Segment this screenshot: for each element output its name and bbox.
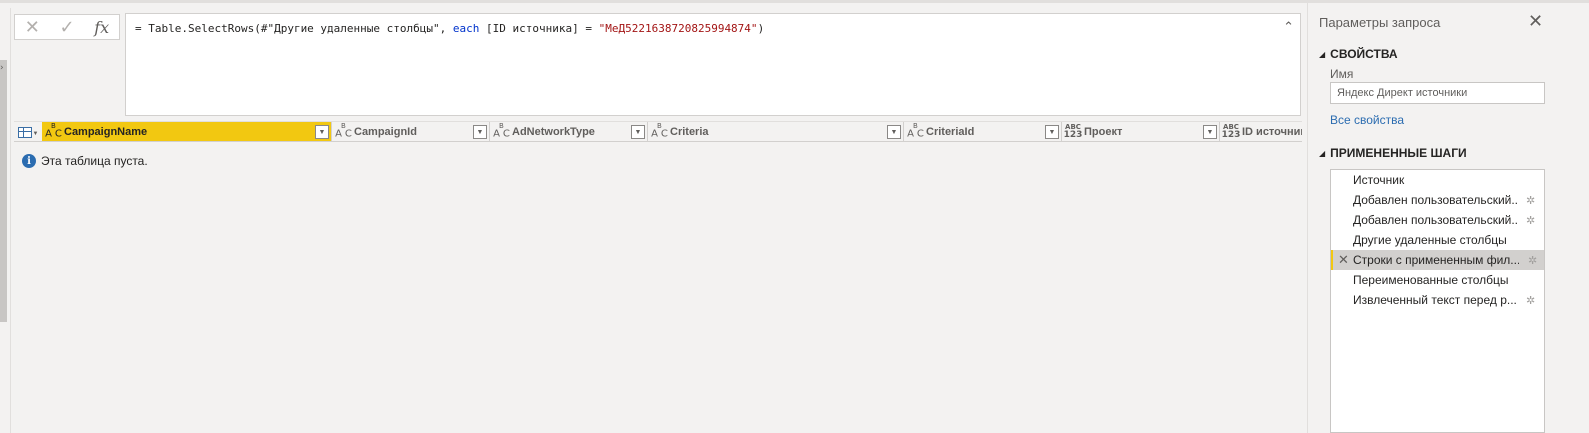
empty-table-message: i Эта таблица пуста. — [22, 154, 148, 168]
applied-step[interactable]: Добавлен пользовательский... ✲ — [1331, 210, 1544, 230]
delete-step-icon[interactable]: ✕ — [1338, 253, 1349, 268]
step-label: Извлеченный текст перед р... — [1353, 293, 1517, 307]
left-pane-divider — [10, 8, 11, 433]
left-scrollbar[interactable] — [0, 60, 7, 322]
formula-prefix: = Table.SelectRows(#"Другие удаленные ст… — [135, 22, 453, 35]
any-type-icon: ABC 123 — [1063, 123, 1083, 140]
section-label: ПРИМЕНЕННЫЕ ШАГИ — [1330, 146, 1467, 160]
panel-title: Параметры запроса — [1319, 15, 1441, 30]
section-label: СВОЙСТВА — [1330, 47, 1398, 61]
caret-down-icon: ▼ — [1048, 128, 1056, 136]
formula-middle: [ID источника] = — [479, 22, 599, 35]
caret-down-icon: ▼ — [318, 128, 326, 136]
collapse-formula-button[interactable]: ⌃ — [1283, 20, 1294, 35]
column-header-source-id[interactable]: ABC123 ID источника — [1220, 122, 1302, 141]
column-name: CriteriaId — [926, 126, 975, 138]
caret-down-icon: ▼ — [890, 128, 898, 136]
check-icon: ✓ — [59, 16, 75, 38]
query-name-input[interactable] — [1330, 82, 1545, 104]
empty-table-text: Эта таблица пуста. — [41, 154, 148, 168]
formula-string: "МеД5221638720825994874" — [598, 22, 758, 35]
close-icon: ✕ — [24, 16, 40, 38]
name-label: Имя — [1330, 67, 1354, 81]
all-properties-link[interactable]: Все свойства — [1330, 113, 1404, 127]
left-pane-marker: › — [0, 63, 4, 73]
text-type-icon: ABC — [45, 122, 62, 140]
column-name: ID источника — [1242, 126, 1302, 138]
step-label: Другие удаленные столбцы — [1353, 233, 1507, 247]
gear-icon[interactable]: ✲ — [1526, 194, 1535, 207]
caret-down-icon: ▼ — [1206, 128, 1214, 136]
collapse-triangle-icon: ◢ — [1319, 148, 1326, 158]
collapse-triangle-icon: ◢ — [1319, 49, 1326, 59]
formula-keyword: each — [452, 22, 480, 35]
caret-down-icon: ▼ — [476, 128, 484, 136]
gear-icon[interactable]: ✲ — [1528, 254, 1537, 267]
column-header-campaignname[interactable]: ABC CampaignName ▼ — [42, 122, 332, 141]
formula-input[interactable]: = Table.SelectRows(#"Другие удаленные ст… — [125, 13, 1301, 116]
column-filter-button[interactable]: ▼ — [1203, 125, 1217, 139]
any-type-icon: ABC 123 — [1221, 123, 1241, 140]
close-icon: ✕ — [1528, 11, 1544, 32]
column-filter-button[interactable]: ▼ — [473, 125, 487, 139]
applied-step-selected[interactable]: ✕ Строки с примененным фил... ✲ — [1331, 250, 1544, 270]
fx-icon: fx — [94, 17, 110, 37]
caret-down-icon: ▼ — [634, 128, 642, 136]
step-label: Строки с примененным фил... — [1353, 253, 1519, 267]
close-panel-button[interactable]: ✕ — [1528, 11, 1543, 32]
confirm-formula-button[interactable]: ✓ — [50, 15, 85, 39]
formula-text: = Table.SelectRows(#"Другие удаленные ст… — [135, 22, 764, 35]
formula-suffix: ) — [757, 22, 765, 35]
column-name: Проект — [1084, 126, 1123, 138]
column-filter-button[interactable]: ▼ — [315, 125, 329, 139]
applied-step[interactable]: Источник — [1331, 170, 1544, 190]
power-query-editor: › ✕ ✓ fx = Table.SelectRows(#"Другие уда… — [0, 0, 1589, 433]
column-name: CampaignName — [64, 126, 148, 138]
cancel-formula-button[interactable]: ✕ — [15, 15, 50, 39]
caret-down-icon: ▼ — [32, 131, 39, 137]
text-type-icon: ABC — [651, 122, 668, 140]
query-settings-panel: Параметры запроса ✕ ◢ СВОЙСТВА Имя Все с… — [1307, 3, 1589, 433]
formula-bar-buttons: ✕ ✓ fx — [14, 14, 120, 40]
column-filter-button[interactable]: ▼ — [887, 125, 901, 139]
grid-header: ▼ ABC CampaignName ▼ ABC CampaignId ▼ AB… — [14, 121, 1302, 142]
column-name: AdNetworkType — [512, 126, 595, 138]
column-name: CampaignId — [354, 126, 417, 138]
gear-icon[interactable]: ✲ — [1526, 294, 1535, 307]
column-header-criteriaid[interactable]: ABC CriteriaId ▼ — [904, 122, 1062, 141]
column-filter-button[interactable]: ▼ — [1045, 125, 1059, 139]
applied-steps-section-header[interactable]: ◢ ПРИМЕНЕННЫЕ ШАГИ — [1319, 146, 1467, 160]
step-label: Переименованные столбцы — [1353, 273, 1509, 287]
applied-step[interactable]: Другие удаленные столбцы — [1331, 230, 1544, 250]
applied-step[interactable]: Переименованные столбцы — [1331, 270, 1544, 290]
data-grid: ▼ ABC CampaignName ▼ ABC CampaignId ▼ AB… — [14, 121, 1302, 433]
applied-steps-list: Источник Добавлен пользовательский... ✲ … — [1330, 169, 1545, 433]
properties-section-header[interactable]: ◢ СВОЙСТВА — [1319, 47, 1398, 61]
info-icon: i — [22, 154, 36, 168]
column-filter-button[interactable]: ▼ — [631, 125, 645, 139]
column-header-campaignid[interactable]: ABC CampaignId ▼ — [332, 122, 490, 141]
insert-function-button[interactable]: fx — [84, 15, 119, 39]
table-menu-button[interactable]: ▼ — [14, 122, 42, 141]
table-icon — [17, 126, 32, 138]
text-type-icon: ABC — [907, 122, 924, 140]
text-type-icon: ABC — [493, 122, 510, 140]
gear-icon[interactable]: ✲ — [1526, 214, 1535, 227]
step-label: Добавлен пользовательский... — [1353, 193, 1519, 207]
step-label: Источник — [1353, 173, 1405, 187]
step-label: Добавлен пользовательский... — [1353, 213, 1519, 227]
column-header-adnetworktype[interactable]: ABC AdNetworkType ▼ — [490, 122, 648, 141]
column-header-criteria[interactable]: ABC Criteria ▼ — [648, 122, 904, 141]
applied-step[interactable]: Добавлен пользовательский... ✲ — [1331, 190, 1544, 210]
column-header-project[interactable]: ABC 123 Проект ▼ — [1062, 122, 1220, 141]
applied-step[interactable]: Извлеченный текст перед р... ✲ — [1331, 290, 1544, 310]
column-name: Criteria — [670, 126, 709, 138]
chevron-up-icon: ⌃ — [1283, 20, 1294, 35]
text-type-icon: ABC — [335, 122, 352, 140]
